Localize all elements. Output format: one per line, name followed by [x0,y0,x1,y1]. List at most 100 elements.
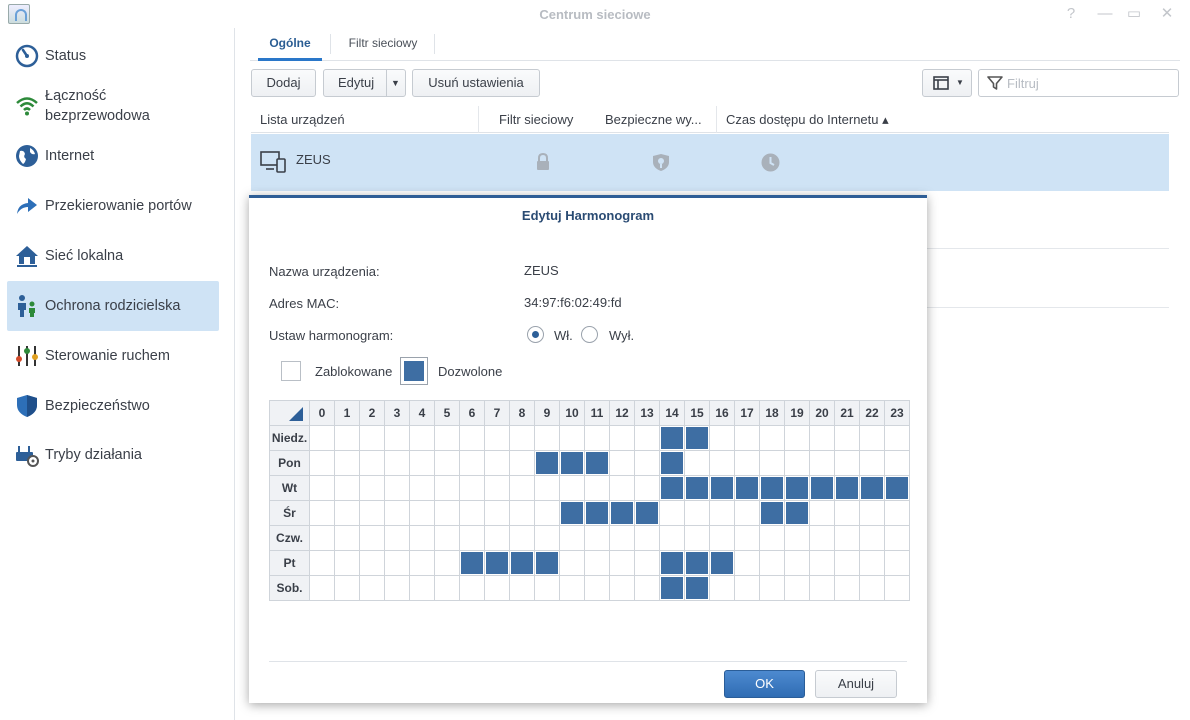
edit-button[interactable]: Edytuj ▼ [323,69,406,97]
schedule-cell[interactable] [459,550,485,576]
column-header-device-list[interactable]: Lista urządzeń [260,112,345,127]
schedule-cell[interactable] [859,500,885,526]
schedule-cell[interactable] [759,425,785,451]
schedule-cell[interactable] [434,450,460,476]
schedule-cell[interactable] [784,575,810,601]
schedule-cell[interactable] [359,575,385,601]
schedule-cell[interactable] [659,500,685,526]
schedule-cell[interactable] [659,550,685,576]
schedule-cell[interactable] [309,525,335,551]
schedule-cell[interactable] [384,550,410,576]
safe-search-shield-icon[interactable] [652,153,670,172]
column-header-safe-search[interactable]: Bezpieczne wy... [605,112,702,127]
schedule-cell[interactable] [834,550,860,576]
schedule-cell[interactable] [534,475,560,501]
schedule-cell[interactable] [634,575,660,601]
schedule-cell[interactable] [409,475,435,501]
schedule-cell[interactable] [434,425,460,451]
schedule-cell[interactable] [634,525,660,551]
remove-settings-button[interactable]: Usuń ustawienia [412,69,540,97]
hour-header[interactable]: 6 [459,400,485,426]
chevron-down-icon[interactable]: ▼ [391,70,400,96]
schedule-cell[interactable] [309,450,335,476]
schedule-cell[interactable] [709,475,735,501]
schedule-cell[interactable] [459,500,485,526]
hour-header[interactable]: 13 [634,400,660,426]
hour-header[interactable]: 16 [709,400,735,426]
schedule-cell[interactable] [684,500,710,526]
schedule-cell[interactable] [884,425,910,451]
schedule-cell[interactable] [734,475,760,501]
close-button[interactable]: ✕ [1157,4,1177,24]
schedule-cell[interactable] [534,450,560,476]
schedule-cell[interactable] [484,500,510,526]
schedule-cell[interactable] [409,525,435,551]
schedule-cell[interactable] [834,450,860,476]
sidebar-item-operation-modes[interactable]: Tryby działania [7,430,219,480]
legend-allowed-swatch[interactable] [400,357,428,385]
schedule-cell[interactable] [734,525,760,551]
schedule-on-radio[interactable] [527,326,544,343]
schedule-cell[interactable] [484,525,510,551]
hour-header[interactable]: 21 [834,400,860,426]
schedule-cell[interactable] [709,575,735,601]
hour-header[interactable]: 22 [859,400,885,426]
hour-header[interactable]: 8 [509,400,535,426]
schedule-cell[interactable] [334,425,360,451]
schedule-cell[interactable] [559,550,585,576]
schedule-cell[interactable] [809,525,835,551]
schedule-cell[interactable] [609,550,635,576]
schedule-cell[interactable] [809,575,835,601]
schedule-cell[interactable] [609,450,635,476]
hour-header[interactable]: 19 [784,400,810,426]
hour-header[interactable]: 23 [884,400,910,426]
schedule-cell[interactable] [534,500,560,526]
schedule-cell[interactable] [484,425,510,451]
schedule-cell[interactable] [509,425,535,451]
schedule-cell[interactable] [609,525,635,551]
schedule-cell[interactable] [509,500,535,526]
schedule-cell[interactable] [334,575,360,601]
schedule-cell[interactable] [684,475,710,501]
schedule-cell[interactable] [709,550,735,576]
schedule-cell[interactable] [484,550,510,576]
hour-header[interactable]: 7 [484,400,510,426]
schedule-cell[interactable] [884,450,910,476]
schedule-cell[interactable] [884,500,910,526]
schedule-cell[interactable] [584,525,610,551]
schedule-cell[interactable] [859,525,885,551]
schedule-cell[interactable] [584,575,610,601]
schedule-cell[interactable] [559,475,585,501]
day-header[interactable]: Sob. [269,575,310,601]
day-header[interactable]: Pon [269,450,310,476]
schedule-cell[interactable] [809,550,835,576]
schedule-cell[interactable] [359,550,385,576]
schedule-cell[interactable] [409,500,435,526]
schedule-cell[interactable] [809,425,835,451]
schedule-cell[interactable] [534,525,560,551]
schedule-cell[interactable] [509,450,535,476]
schedule-cell[interactable] [659,575,685,601]
sidebar-item-port-forwarding[interactable]: Przekierowanie portów [7,181,219,231]
schedule-cell[interactable] [684,525,710,551]
schedule-cell[interactable] [634,550,660,576]
schedule-cell[interactable] [534,425,560,451]
schedule-cell[interactable] [884,575,910,601]
schedule-cell[interactable] [609,575,635,601]
ok-button[interactable]: OK [724,670,805,698]
add-button[interactable]: Dodaj [251,69,316,97]
tab-general[interactable]: Ogólne [258,28,322,61]
table-row[interactable]: ZEUS [251,134,1169,191]
schedule-off-radio[interactable] [581,326,598,343]
schedule-cell[interactable] [609,500,635,526]
schedule-cell[interactable] [409,575,435,601]
schedule-cell[interactable] [459,425,485,451]
schedule-cell[interactable] [459,450,485,476]
schedule-cell[interactable] [584,450,610,476]
view-options-button[interactable]: ▼ [922,69,972,97]
schedule-cell[interactable] [734,425,760,451]
schedule-cell[interactable] [459,475,485,501]
schedule-cell[interactable] [434,525,460,551]
schedule-cell[interactable] [384,500,410,526]
legend-blocked-swatch[interactable] [281,361,301,381]
